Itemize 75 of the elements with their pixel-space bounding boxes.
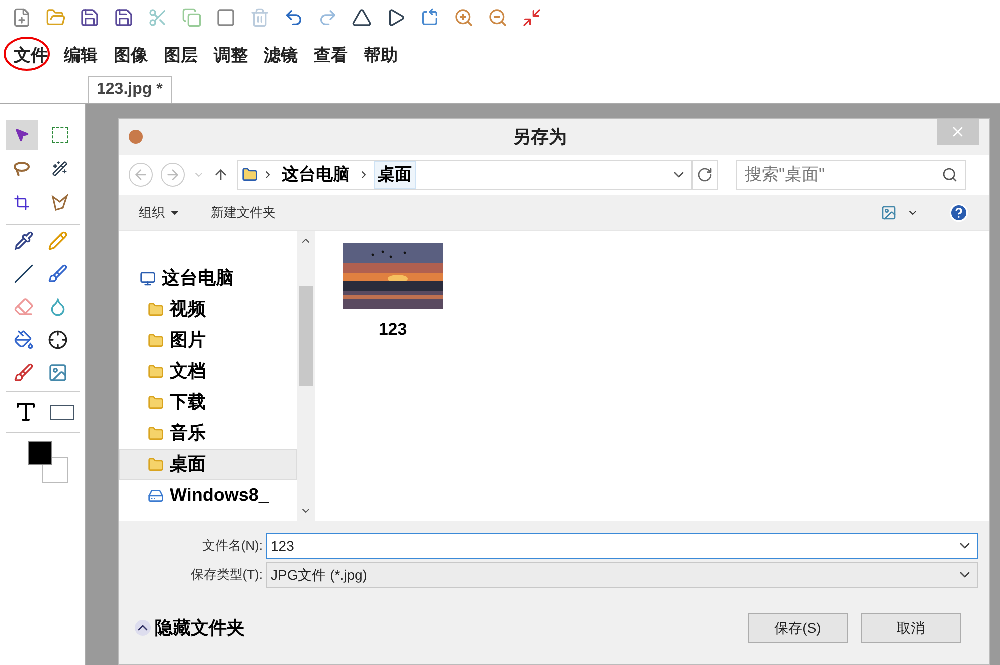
menu-item[interactable]: 图层 xyxy=(162,46,200,65)
scrollbar[interactable] xyxy=(297,231,315,521)
pointer-icon xyxy=(14,127,30,143)
polygon-lasso-icon xyxy=(51,194,69,212)
search-icon[interactable] xyxy=(942,167,958,183)
help-icon[interactable] xyxy=(949,202,969,222)
menu-item[interactable]: 查看 xyxy=(312,46,350,65)
command-button[interactable]: 组织 xyxy=(139,202,181,222)
dialog-title: 另存为 xyxy=(512,126,568,148)
app-icon xyxy=(129,130,143,144)
brush-icon[interactable] xyxy=(48,264,68,284)
rectangle-tool-icon[interactable] xyxy=(50,404,74,420)
save-as-icon[interactable] xyxy=(114,8,134,28)
menu-item[interactable]: 图像 xyxy=(112,46,150,65)
nav-item[interactable]: Windows8_ xyxy=(119,480,297,511)
tool-button[interactable] xyxy=(6,120,38,150)
breadcrumb[interactable]: 桌面 xyxy=(374,161,416,189)
collapse-icon xyxy=(135,620,151,636)
brush-icon[interactable] xyxy=(14,363,34,383)
zoom-in-icon[interactable] xyxy=(454,8,474,28)
dialog-button[interactable]: 保存(S) xyxy=(748,613,848,643)
folder-icon xyxy=(148,332,164,348)
up-icon[interactable] xyxy=(213,167,229,183)
nav-item[interactable]: 文档 xyxy=(119,356,297,387)
field-label: 保存类型(T): xyxy=(190,566,264,584)
color-swatch-icon[interactable] xyxy=(26,441,68,483)
nav-item[interactable]: 音乐 xyxy=(119,418,297,449)
hide-folders-toggle[interactable]: 隐藏文件夹 xyxy=(135,614,245,642)
fit-screen-icon[interactable] xyxy=(522,8,542,28)
crop-icon xyxy=(14,195,30,211)
dashed-rectangle-icon xyxy=(52,127,68,143)
view-icon[interactable] xyxy=(881,204,897,220)
refresh-button[interactable] xyxy=(692,160,718,190)
folder-icon xyxy=(242,167,258,183)
nav-item[interactable]: 桌面 xyxy=(119,449,297,480)
address-bar[interactable]: 这台电脑 桌面 xyxy=(237,160,692,190)
rotate-icon[interactable] xyxy=(420,8,440,28)
computer-icon xyxy=(140,270,156,286)
menu-item[interactable]: 编辑 xyxy=(62,46,100,65)
paint-bucket-icon[interactable] xyxy=(14,330,34,350)
nav-item[interactable]: 图片 xyxy=(119,325,297,356)
command-button[interactable]: 新建文件夹 xyxy=(211,202,276,222)
nav-item[interactable]: 这台电脑 xyxy=(119,263,297,294)
zoom-out-icon[interactable] xyxy=(488,8,508,28)
crosshair-icon[interactable] xyxy=(48,330,68,350)
breadcrumb[interactable]: 这台电脑 xyxy=(278,161,354,189)
nav-item[interactable]: 视频 xyxy=(119,294,297,325)
document-tab[interactable]: 123.jpg * xyxy=(88,76,172,103)
eyedropper-icon[interactable] xyxy=(14,231,34,251)
save-icon[interactable] xyxy=(80,8,100,28)
undo-icon[interactable] xyxy=(284,8,304,28)
field-label: 文件名(N): xyxy=(201,537,264,556)
folder-icon xyxy=(148,456,164,472)
menu-item[interactable]: 调整 xyxy=(212,46,250,65)
folder-icon xyxy=(148,426,164,442)
picture-brush-icon[interactable] xyxy=(48,363,68,383)
folder-icon xyxy=(148,394,164,410)
nav-item[interactable]: 下载 xyxy=(119,387,297,418)
drive-icon xyxy=(148,488,164,504)
file-item[interactable]: 123 xyxy=(343,243,443,509)
forward-arrow-icon xyxy=(165,167,181,183)
folder-icon xyxy=(148,364,164,380)
filename-field[interactable]: 123 xyxy=(266,533,978,559)
line-icon[interactable] xyxy=(14,264,34,284)
refresh-icon xyxy=(697,167,713,183)
menu-item[interactable]: 滤镜 xyxy=(262,46,300,65)
dialog-button[interactable]: 取消 xyxy=(861,613,961,643)
file-type-dropdown[interactable]: JPG文件 (*.jpg) xyxy=(266,562,978,588)
text-tool-icon[interactable] xyxy=(14,400,38,424)
new-file-icon[interactable] xyxy=(12,8,32,28)
lasso-icon xyxy=(13,161,31,177)
search-field[interactable]: 搜索"桌面" xyxy=(736,160,966,190)
menu-item[interactable]: 帮助 xyxy=(362,46,400,65)
magic-wand-icon xyxy=(52,161,68,177)
folder-icon xyxy=(148,302,164,318)
